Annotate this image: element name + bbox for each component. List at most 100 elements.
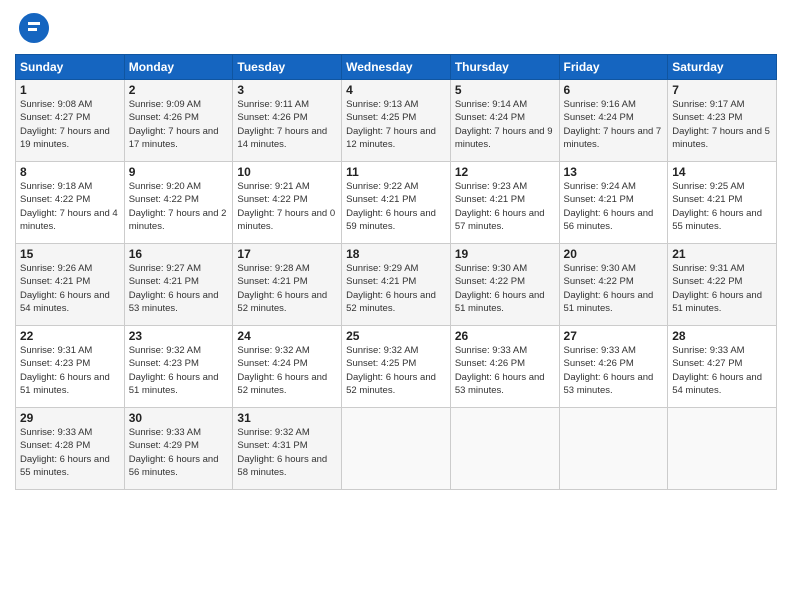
day-number: 5: [455, 83, 555, 97]
day-number: 7: [672, 83, 772, 97]
calendar-day-cell: 8 Sunrise: 9:18 AMSunset: 4:22 PMDayligh…: [16, 162, 125, 244]
calendar-day-cell: 10 Sunrise: 9:21 AMSunset: 4:22 PMDaylig…: [233, 162, 342, 244]
day-number: 15: [20, 247, 120, 261]
day-number: 23: [129, 329, 229, 343]
calendar-week-row: 1 Sunrise: 9:08 AMSunset: 4:27 PMDayligh…: [16, 80, 777, 162]
day-info: Sunrise: 9:31 AMSunset: 4:23 PMDaylight:…: [20, 345, 110, 396]
day-info: Sunrise: 9:32 AMSunset: 4:25 PMDaylight:…: [346, 345, 436, 396]
page-header: [15, 10, 777, 46]
calendar-day-cell: 6 Sunrise: 9:16 AMSunset: 4:24 PMDayligh…: [559, 80, 668, 162]
calendar-day-cell: 5 Sunrise: 9:14 AMSunset: 4:24 PMDayligh…: [450, 80, 559, 162]
calendar-week-row: 29 Sunrise: 9:33 AMSunset: 4:28 PMDaylig…: [16, 408, 777, 490]
day-info: Sunrise: 9:33 AMSunset: 4:29 PMDaylight:…: [129, 427, 219, 478]
calendar-header-row: SundayMondayTuesdayWednesdayThursdayFrid…: [16, 55, 777, 80]
calendar-day-cell: [668, 408, 777, 490]
day-number: 25: [346, 329, 446, 343]
day-info: Sunrise: 9:33 AMSunset: 4:28 PMDaylight:…: [20, 427, 110, 478]
day-number: 20: [564, 247, 664, 261]
day-info: Sunrise: 9:33 AMSunset: 4:26 PMDaylight:…: [455, 345, 545, 396]
day-info: Sunrise: 9:29 AMSunset: 4:21 PMDaylight:…: [346, 263, 436, 314]
calendar-day-cell: 30 Sunrise: 9:33 AMSunset: 4:29 PMDaylig…: [124, 408, 233, 490]
weekday-header: Thursday: [450, 55, 559, 80]
day-number: 18: [346, 247, 446, 261]
day-number: 2: [129, 83, 229, 97]
logo: [15, 10, 55, 46]
day-number: 14: [672, 165, 772, 179]
day-info: Sunrise: 9:21 AMSunset: 4:22 PMDaylight:…: [237, 181, 335, 232]
day-info: Sunrise: 9:09 AMSunset: 4:26 PMDaylight:…: [129, 99, 219, 150]
day-info: Sunrise: 9:28 AMSunset: 4:21 PMDaylight:…: [237, 263, 327, 314]
weekday-header: Wednesday: [342, 55, 451, 80]
day-info: Sunrise: 9:33 AMSunset: 4:27 PMDaylight:…: [672, 345, 762, 396]
calendar-day-cell: 9 Sunrise: 9:20 AMSunset: 4:22 PMDayligh…: [124, 162, 233, 244]
day-info: Sunrise: 9:18 AMSunset: 4:22 PMDaylight:…: [20, 181, 118, 232]
day-info: Sunrise: 9:23 AMSunset: 4:21 PMDaylight:…: [455, 181, 545, 232]
day-info: Sunrise: 9:30 AMSunset: 4:22 PMDaylight:…: [564, 263, 654, 314]
day-number: 9: [129, 165, 229, 179]
logo-icon: [16, 10, 52, 46]
day-info: Sunrise: 9:20 AMSunset: 4:22 PMDaylight:…: [129, 181, 227, 232]
day-info: Sunrise: 9:22 AMSunset: 4:21 PMDaylight:…: [346, 181, 436, 232]
day-number: 8: [20, 165, 120, 179]
day-number: 24: [237, 329, 337, 343]
calendar-week-row: 8 Sunrise: 9:18 AMSunset: 4:22 PMDayligh…: [16, 162, 777, 244]
day-number: 16: [129, 247, 229, 261]
day-info: Sunrise: 9:33 AMSunset: 4:26 PMDaylight:…: [564, 345, 654, 396]
day-info: Sunrise: 9:13 AMSunset: 4:25 PMDaylight:…: [346, 99, 436, 150]
day-number: 19: [455, 247, 555, 261]
calendar-day-cell: 25 Sunrise: 9:32 AMSunset: 4:25 PMDaylig…: [342, 326, 451, 408]
day-number: 12: [455, 165, 555, 179]
day-number: 26: [455, 329, 555, 343]
calendar-day-cell: [559, 408, 668, 490]
weekday-header: Friday: [559, 55, 668, 80]
day-info: Sunrise: 9:16 AMSunset: 4:24 PMDaylight:…: [564, 99, 662, 150]
calendar-day-cell: 19 Sunrise: 9:30 AMSunset: 4:22 PMDaylig…: [450, 244, 559, 326]
calendar-day-cell: 16 Sunrise: 9:27 AMSunset: 4:21 PMDaylig…: [124, 244, 233, 326]
calendar-day-cell: 11 Sunrise: 9:22 AMSunset: 4:21 PMDaylig…: [342, 162, 451, 244]
calendar-day-cell: 18 Sunrise: 9:29 AMSunset: 4:21 PMDaylig…: [342, 244, 451, 326]
day-number: 30: [129, 411, 229, 425]
calendar-day-cell: 2 Sunrise: 9:09 AMSunset: 4:26 PMDayligh…: [124, 80, 233, 162]
day-info: Sunrise: 9:31 AMSunset: 4:22 PMDaylight:…: [672, 263, 762, 314]
day-number: 17: [237, 247, 337, 261]
day-info: Sunrise: 9:32 AMSunset: 4:24 PMDaylight:…: [237, 345, 327, 396]
day-number: 10: [237, 165, 337, 179]
day-number: 31: [237, 411, 337, 425]
calendar-day-cell: 4 Sunrise: 9:13 AMSunset: 4:25 PMDayligh…: [342, 80, 451, 162]
day-info: Sunrise: 9:32 AMSunset: 4:31 PMDaylight:…: [237, 427, 327, 478]
calendar-day-cell: 1 Sunrise: 9:08 AMSunset: 4:27 PMDayligh…: [16, 80, 125, 162]
calendar-day-cell: 7 Sunrise: 9:17 AMSunset: 4:23 PMDayligh…: [668, 80, 777, 162]
day-number: 3: [237, 83, 337, 97]
day-number: 4: [346, 83, 446, 97]
day-info: Sunrise: 9:32 AMSunset: 4:23 PMDaylight:…: [129, 345, 219, 396]
calendar-day-cell: 22 Sunrise: 9:31 AMSunset: 4:23 PMDaylig…: [16, 326, 125, 408]
day-number: 21: [672, 247, 772, 261]
day-info: Sunrise: 9:11 AMSunset: 4:26 PMDaylight:…: [237, 99, 327, 150]
calendar-day-cell: 21 Sunrise: 9:31 AMSunset: 4:22 PMDaylig…: [668, 244, 777, 326]
page-container: SundayMondayTuesdayWednesdayThursdayFrid…: [0, 0, 792, 495]
day-number: 28: [672, 329, 772, 343]
day-info: Sunrise: 9:24 AMSunset: 4:21 PMDaylight:…: [564, 181, 654, 232]
day-info: Sunrise: 9:26 AMSunset: 4:21 PMDaylight:…: [20, 263, 110, 314]
calendar-week-row: 22 Sunrise: 9:31 AMSunset: 4:23 PMDaylig…: [16, 326, 777, 408]
calendar-day-cell: [342, 408, 451, 490]
day-number: 13: [564, 165, 664, 179]
calendar-day-cell: 31 Sunrise: 9:32 AMSunset: 4:31 PMDaylig…: [233, 408, 342, 490]
day-number: 11: [346, 165, 446, 179]
calendar-table: SundayMondayTuesdayWednesdayThursdayFrid…: [15, 54, 777, 490]
calendar-day-cell: 23 Sunrise: 9:32 AMSunset: 4:23 PMDaylig…: [124, 326, 233, 408]
calendar-day-cell: 13 Sunrise: 9:24 AMSunset: 4:21 PMDaylig…: [559, 162, 668, 244]
calendar-day-cell: 27 Sunrise: 9:33 AMSunset: 4:26 PMDaylig…: [559, 326, 668, 408]
day-number: 29: [20, 411, 120, 425]
calendar-day-cell: 14 Sunrise: 9:25 AMSunset: 4:21 PMDaylig…: [668, 162, 777, 244]
calendar-day-cell: 29 Sunrise: 9:33 AMSunset: 4:28 PMDaylig…: [16, 408, 125, 490]
day-number: 6: [564, 83, 664, 97]
calendar-day-cell: 17 Sunrise: 9:28 AMSunset: 4:21 PMDaylig…: [233, 244, 342, 326]
day-info: Sunrise: 9:27 AMSunset: 4:21 PMDaylight:…: [129, 263, 219, 314]
calendar-day-cell: [450, 408, 559, 490]
calendar-week-row: 15 Sunrise: 9:26 AMSunset: 4:21 PMDaylig…: [16, 244, 777, 326]
calendar-day-cell: 12 Sunrise: 9:23 AMSunset: 4:21 PMDaylig…: [450, 162, 559, 244]
day-info: Sunrise: 9:14 AMSunset: 4:24 PMDaylight:…: [455, 99, 553, 150]
calendar-day-cell: 20 Sunrise: 9:30 AMSunset: 4:22 PMDaylig…: [559, 244, 668, 326]
day-info: Sunrise: 9:17 AMSunset: 4:23 PMDaylight:…: [672, 99, 770, 150]
